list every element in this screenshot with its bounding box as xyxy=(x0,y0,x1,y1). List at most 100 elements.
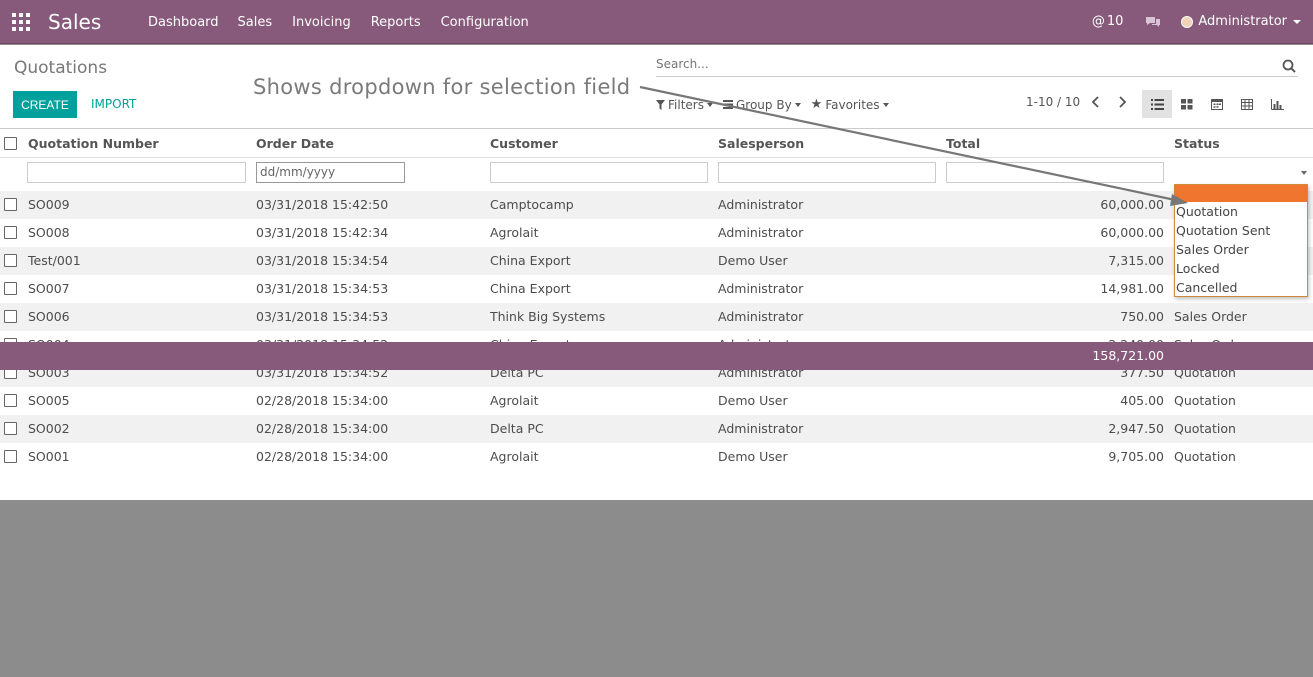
column-header-customer[interactable]: Customer xyxy=(490,129,558,158)
menu-item-dashboard[interactable]: Dashboard xyxy=(148,15,219,30)
row-checkbox[interactable] xyxy=(4,422,17,435)
pivot-view-button[interactable] xyxy=(1232,90,1262,118)
column-header-date[interactable]: Order Date xyxy=(256,129,334,158)
menu-item-invoicing[interactable]: Invoicing xyxy=(292,15,351,30)
apps-grid-icon[interactable] xyxy=(12,13,30,31)
top-navbar: Sales Dashboard Sales Invoicing Reports … xyxy=(0,0,1313,44)
chevron-left-icon[interactable] xyxy=(1089,95,1103,109)
table-row[interactable]: SO005 02/28/2018 15:34:00 Agrolait Demo Use… xyxy=(0,387,1313,415)
grand-total: 158,721.00 xyxy=(1092,348,1164,363)
totals-row: 158,721.00 xyxy=(0,342,1313,370)
status-dropdown: Quotation Quotation Sent Sales Order Loc… xyxy=(1174,184,1308,297)
total-filter-input[interactable] xyxy=(946,162,1164,183)
chevron-down-icon xyxy=(882,102,889,107)
salesperson-filter-input[interactable] xyxy=(718,162,936,183)
list-view-button[interactable] xyxy=(1142,90,1172,118)
date-filter-input[interactable]: dd/mm/yyyy xyxy=(256,162,405,183)
quotations-list: Quotation Number Order Date Customer Sal… xyxy=(0,129,1313,500)
cell-salesperson: Administrator xyxy=(718,281,804,296)
cell-total: 9,705.00 xyxy=(1108,449,1164,464)
cell-status: Quotation xyxy=(1174,449,1236,464)
cell-salesperson: Demo User xyxy=(718,253,788,268)
search-icon[interactable] xyxy=(1282,59,1296,73)
graph-view-button[interactable] xyxy=(1262,90,1292,118)
status-option-locked[interactable]: Locked xyxy=(1175,259,1307,278)
table-row[interactable]: SO008 03/31/2018 15:42:34 Agrolait Administ… xyxy=(0,219,1313,247)
list-icon xyxy=(1150,98,1164,110)
column-header-total[interactable]: Total xyxy=(946,129,980,158)
status-option-cancelled[interactable]: Cancelled xyxy=(1175,278,1307,297)
cell-number: SO008 xyxy=(28,225,70,240)
cell-total: 60,000.00 xyxy=(1100,225,1164,240)
row-checkbox[interactable] xyxy=(4,394,17,407)
menu-item-sales[interactable]: Sales xyxy=(238,15,273,30)
table-row[interactable]: SO007 03/31/2018 15:34:53 China Export Admi… xyxy=(0,275,1313,303)
import-button[interactable]: IMPORT xyxy=(91,97,136,111)
calendar-view-button[interactable] xyxy=(1202,90,1232,118)
cell-salesperson: Administrator xyxy=(718,309,804,324)
status-select-chevron-icon[interactable] xyxy=(1301,171,1307,175)
status-option-quotation[interactable]: Quotation xyxy=(1175,202,1307,221)
systray: @ 10 Administrator xyxy=(1092,14,1301,29)
table-row[interactable]: SO002 02/28/2018 15:34:00 Delta PC Administ… xyxy=(0,415,1313,443)
row-checkbox[interactable] xyxy=(4,450,17,463)
cell-total: 14,981.00 xyxy=(1100,281,1164,296)
row-checkbox[interactable] xyxy=(4,254,17,267)
number-filter-input[interactable] xyxy=(27,162,246,183)
column-header-salesperson[interactable]: Salesperson xyxy=(718,129,804,158)
cell-customer: Camptocamp xyxy=(490,197,574,212)
customer-filter-input[interactable] xyxy=(490,162,708,183)
cell-number: SO001 xyxy=(28,449,70,464)
select-all-checkbox[interactable] xyxy=(4,137,17,150)
column-header-number[interactable]: Quotation Number xyxy=(28,129,159,158)
kanban-icon xyxy=(1181,98,1193,109)
cell-status: Quotation xyxy=(1174,421,1236,436)
pager-value[interactable]: 1-10 / 10 xyxy=(1026,95,1080,109)
create-button[interactable]: CREATE xyxy=(13,91,77,118)
table-row[interactable]: Test/001 03/31/2018 15:34:54 China Export D… xyxy=(0,247,1313,275)
cell-customer: Delta PC xyxy=(490,421,544,436)
row-checkbox[interactable] xyxy=(4,282,17,295)
kanban-view-button[interactable] xyxy=(1172,90,1202,118)
filters-button[interactable]: Filters xyxy=(656,97,713,112)
cell-customer: Agrolait xyxy=(490,449,539,464)
cell-date: 03/31/2018 15:34:53 xyxy=(256,281,389,296)
menu-item-configuration[interactable]: Configuration xyxy=(441,15,529,30)
status-option-empty[interactable] xyxy=(1175,185,1307,202)
cell-date: 03/31/2018 15:34:54 xyxy=(256,253,389,268)
favorites-button[interactable]: ★ Favorites xyxy=(811,97,889,112)
table-row[interactable]: SO001 02/28/2018 15:34:00 Agrolait Demo Use… xyxy=(0,443,1313,471)
filter-row: dd/mm/yyyy xyxy=(0,158,1313,190)
status-option-sales-order[interactable]: Sales Order xyxy=(1175,240,1307,259)
chevron-down-icon xyxy=(706,102,713,107)
cell-status: Sales Order xyxy=(1174,309,1247,324)
cell-total: 7,315.00 xyxy=(1108,253,1164,268)
table-header: Quotation Number Order Date Customer Sal… xyxy=(0,129,1313,158)
row-checkbox[interactable] xyxy=(4,226,17,239)
star-icon: ★ xyxy=(810,97,823,112)
status-option-quotation-sent[interactable]: Quotation Sent xyxy=(1175,221,1307,240)
cell-date: 02/28/2018 15:34:00 xyxy=(256,449,389,464)
search-input[interactable] xyxy=(656,57,1256,71)
cell-total: 750.00 xyxy=(1120,309,1164,324)
user-menu[interactable]: Administrator xyxy=(1198,14,1287,29)
main-menu: Dashboard Sales Invoicing Reports Config… xyxy=(148,15,549,30)
cell-customer: China Export xyxy=(490,281,571,296)
groupby-button[interactable]: Group By xyxy=(722,97,801,112)
mentions-button[interactable]: @ 10 xyxy=(1092,14,1124,29)
graph-icon xyxy=(1270,98,1284,110)
chevron-right-icon[interactable] xyxy=(1115,95,1129,109)
column-header-status[interactable]: Status xyxy=(1174,129,1220,158)
mentions-count: 10 xyxy=(1106,14,1124,29)
cell-status: Quotation xyxy=(1174,393,1236,408)
cell-total: 405.00 xyxy=(1120,393,1164,408)
table-row[interactable]: SO006 03/31/2018 15:34:53 Think Big System… xyxy=(0,303,1313,331)
row-checkbox[interactable] xyxy=(4,198,17,211)
table-row[interactable]: SO009 03/31/2018 15:42:50 Camptocamp Admini… xyxy=(0,191,1313,219)
cell-date: 03/31/2018 15:34:53 xyxy=(256,309,389,324)
menu-item-reports[interactable]: Reports xyxy=(371,15,421,30)
chat-icon[interactable] xyxy=(1145,16,1161,28)
cell-customer: China Export xyxy=(490,253,571,268)
row-checkbox[interactable] xyxy=(4,310,17,323)
cell-salesperson: Demo User xyxy=(718,393,788,408)
